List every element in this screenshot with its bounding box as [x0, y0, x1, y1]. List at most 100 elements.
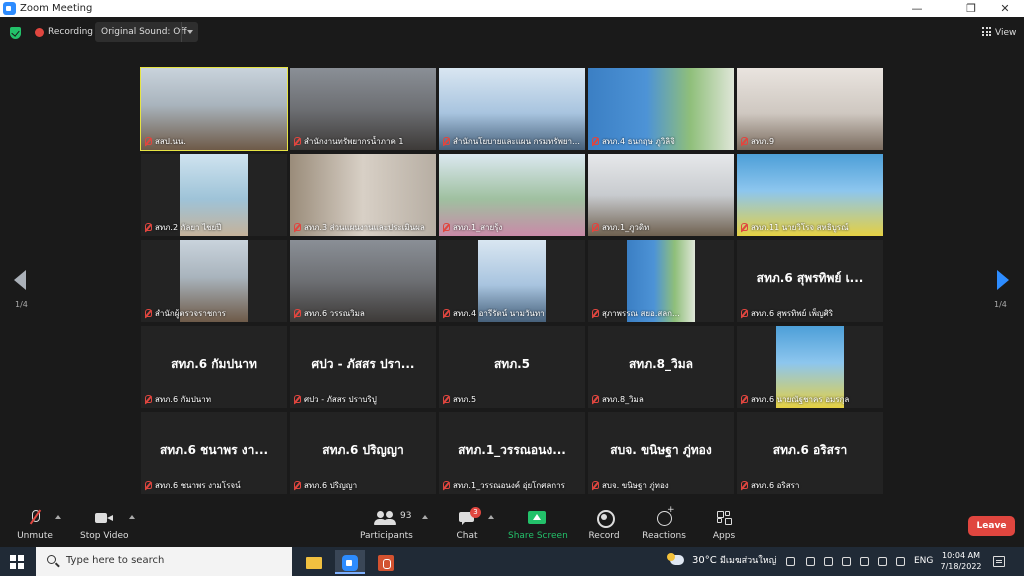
unmute-button[interactable]: Unmute	[16, 509, 54, 545]
participant-name: สทภ.3 ส่วนแผนงานและประเมินผล	[304, 223, 425, 232]
participant-tile[interactable]: สทภ.3 ส่วนแผนงานและประเมินผล	[290, 154, 436, 236]
participants-button[interactable]: 93 Participants	[360, 509, 413, 545]
participant-name-label: สทภ.1_ภูวดิท	[592, 222, 732, 233]
participant-name-label: สทภ.9	[741, 136, 881, 147]
participant-name-label: สทภ.11 นายวิโรจ สหธิบูรณ์	[741, 222, 881, 233]
participant-tile[interactable]: สบจ. ขนิษฐา ภู่ทอง สบจ. ขนิษฐา ภู่ทอง	[588, 412, 734, 494]
meeting-top-bar: Recording Original Sound: Off View	[0, 17, 1024, 49]
divider	[181, 22, 182, 42]
participant-tile[interactable]: สทภ.5 สทภ.5	[439, 326, 585, 408]
tray-zoom-icon[interactable]	[824, 557, 833, 566]
record-button[interactable]: Record	[586, 509, 622, 545]
leave-button[interactable]: Leave	[968, 516, 1015, 536]
share-screen-button[interactable]: Share Screen	[508, 509, 568, 545]
chevron-down-icon[interactable]	[187, 30, 193, 34]
participant-name-label: สทภ.8_วิมล	[592, 394, 732, 405]
participant-display-name: สทภ.6 อริสรา	[772, 443, 848, 457]
participant-name-label: สทภ.6 กัมปนาท	[145, 394, 285, 405]
participant-tile[interactable]: สทภ.1_วรรณอนง... สทภ.1_วรรณอนงค์ อุ่ยโกศล…	[439, 412, 585, 494]
participant-name-label: สทภ.6 ชนาพร งามโรจน์	[145, 480, 285, 491]
weather-temperature[interactable]: 30°C	[692, 554, 717, 567]
recording-status: Recording	[48, 27, 94, 37]
apps-button[interactable]: Apps	[710, 509, 738, 545]
windows-taskbar: Type here to search 30°C มีเมฆส่วนใหญ่ E…	[0, 547, 1024, 576]
tray-network-icon[interactable]	[860, 557, 869, 566]
chat-options-caret-icon[interactable]	[488, 515, 494, 519]
participant-tile[interactable]: สทภ.4 อารีรัตน์ นามวันทา	[439, 240, 585, 322]
taskbar-powerpoint[interactable]	[371, 550, 401, 574]
participant-tile[interactable]: สุภาพรรณ สยอ.สลก...	[588, 240, 734, 322]
minimize-icon[interactable]: —	[902, 0, 932, 17]
participant-tile[interactable]: สสป.นน.	[140, 67, 288, 151]
muted-microphone-icon	[294, 309, 301, 317]
participant-tile[interactable]: สทภ.6 ปริญญา สทภ.6 ปริญญา	[290, 412, 436, 494]
participant-name: สุภาพรรณ สยอ.สลก...	[602, 309, 680, 318]
close-icon[interactable]: ✕	[990, 0, 1020, 17]
participant-tile[interactable]: สำนักนโยบายและแผน กรมทรัพยาก...	[439, 68, 585, 150]
participant-tile[interactable]: สทภ.9	[737, 68, 883, 150]
weather-cloud-icon[interactable]	[667, 553, 684, 565]
participant-tile[interactable]: สทภ.6 ชนาพร งา... สทภ.6 ชนาพร งามโรจน์	[141, 412, 287, 494]
participant-tile[interactable]: สทภ.6 อริสรา สทภ.6 อริสรา	[737, 412, 883, 494]
participant-name: สทภ.11 นายวิโรจ สหธิบูรณ์	[751, 223, 849, 232]
notifications-icon[interactable]	[993, 556, 1005, 567]
participant-tile[interactable]: สทภ.6 นายณัฐชาคร อมรกุล	[737, 326, 883, 408]
participant-name-label: สทภ.2 กัลยา ไชยปี	[145, 222, 285, 233]
muted-microphone-icon	[592, 137, 599, 145]
tray-microphone-icon[interactable]	[806, 557, 815, 566]
muted-microphone-icon	[592, 481, 599, 489]
participant-tile[interactable]: สำนักงานทรัพยากรน้ำภาค 1	[290, 68, 436, 150]
chat-icon: 3	[459, 507, 481, 527]
taskbar-zoom[interactable]	[335, 550, 365, 574]
taskbar-search-box[interactable]: Type here to search	[36, 547, 292, 576]
muted-microphone-icon	[741, 481, 748, 489]
participant-tile[interactable]: สทภ.8_วิมล สทภ.8_วิมล	[588, 326, 734, 408]
next-page-arrow-icon[interactable]	[997, 270, 1009, 290]
security-shield-icon[interactable]	[10, 27, 21, 39]
stop-video-button[interactable]: Stop Video	[80, 509, 129, 545]
participant-name-label: สุภาพรรณ สยอ.สลก...	[592, 308, 732, 319]
chat-button[interactable]: 3 Chat	[452, 507, 482, 545]
taskbar-clock[interactable]: 10:04 AM 7/18/2022	[938, 550, 984, 572]
grid-view-icon	[982, 27, 991, 36]
original-sound-button[interactable]: Original Sound: Off	[95, 22, 198, 42]
search-icon	[47, 555, 56, 564]
participant-name: สทภ.6 อริสรา	[751, 481, 800, 490]
page-indicator-right: 1/4	[994, 300, 1007, 309]
video-options-caret-icon[interactable]	[129, 515, 135, 519]
participant-name: สทภ.6 ปริญญา	[304, 481, 358, 490]
participant-tile[interactable]: สทภ.1_สายรุ้ง	[439, 154, 585, 236]
participant-tile[interactable]: สทภ.6 สุพรทิพย์ เ... สทภ.6 สุพรทิพย์ เพ็ญ…	[737, 240, 883, 322]
chat-label: Chat	[456, 531, 478, 541]
volume-icon[interactable]	[896, 557, 905, 566]
windows-start-icon[interactable]	[10, 555, 24, 569]
tray-app-icon[interactable]	[842, 557, 851, 566]
restore-icon[interactable]: ❐	[956, 0, 986, 17]
tray-monitor-icon[interactable]	[878, 557, 887, 566]
participant-name: สทภ.6 วรรณวิมล	[304, 309, 365, 318]
previous-page-arrow-icon[interactable]	[14, 270, 26, 290]
meeting-toolbar: Unmute Stop Video 93 Participants 3 Chat…	[0, 503, 1024, 547]
participant-tile[interactable]: สทภ.1_ภูวดิท	[588, 154, 734, 236]
view-button[interactable]: View	[982, 26, 1016, 40]
stop-video-label: Stop Video	[80, 531, 129, 541]
participant-tile[interactable]: สทภ.2 กัลยา ไชยปี	[141, 154, 287, 236]
participant-tile[interactable]: สทภ.11 นายวิโรจ สหธิบูรณ์	[737, 154, 883, 236]
input-language[interactable]: ENG	[914, 555, 933, 567]
zoom-meeting-window: Zoom Meeting — ❐ ✕ Recording Original So…	[0, 0, 1024, 576]
taskbar-file-explorer[interactable]	[299, 550, 329, 574]
participant-tile[interactable]: สำนักผู้ตรวจราชการ	[141, 240, 287, 322]
participant-tile[interactable]: สทภ.6 วรรณวิมล	[290, 240, 436, 322]
participant-name-label: สำนักผู้ตรวจราชการ	[145, 308, 285, 319]
tray-chevron-icon[interactable]	[786, 557, 795, 566]
clock-date: 7/18/2022	[940, 562, 982, 571]
participant-tile[interactable]: ศปว - ภัสสร ปรา... ศปว - ภัสสร ปราบริปู	[290, 326, 436, 408]
participant-tile[interactable]: สทภ.4 ธนกฤษ ภูวิลิจิ	[588, 68, 734, 150]
audio-options-caret-icon[interactable]	[55, 515, 61, 519]
participants-options-caret-icon[interactable]	[422, 515, 428, 519]
weather-description[interactable]: มีเมฆส่วนใหญ่	[720, 555, 776, 567]
reactions-button[interactable]: Reactions	[642, 505, 686, 545]
participant-name-label: สทภ.6 นายณัฐชาคร อมรกุล	[741, 394, 881, 405]
participant-name: สทภ.6 ชนาพร งามโรจน์	[155, 481, 241, 490]
participant-tile[interactable]: สทภ.6 กัมปนาท สทภ.6 กัมปนาท	[141, 326, 287, 408]
